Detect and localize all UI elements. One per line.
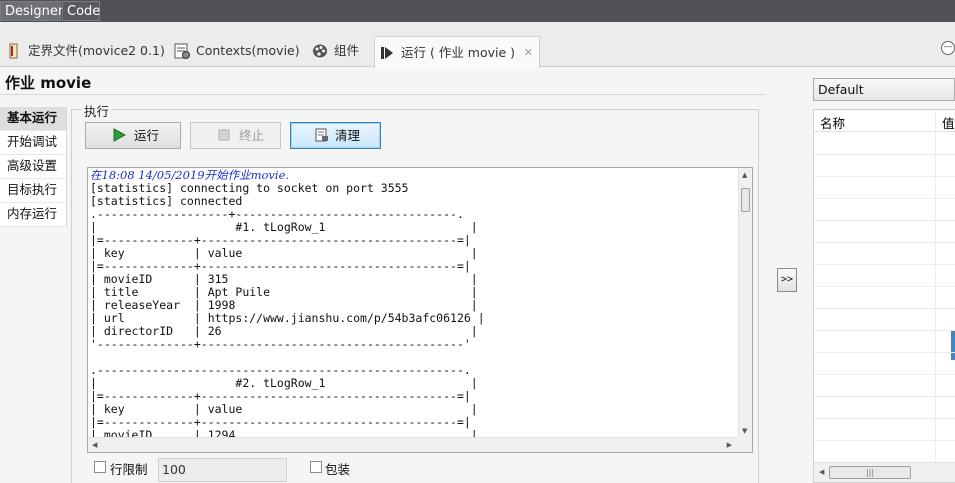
console-line: [statistics] connecting to socket on por… <box>90 181 409 195</box>
table-row-divider <box>814 374 955 375</box>
vertical-scrollbar[interactable]: ▲ ▼ <box>738 168 752 438</box>
table-row-divider <box>814 242 955 243</box>
run-sidebar: 基本运行 开始调试 高级设置 目标执行 内存运行 <box>0 107 67 227</box>
mode-tab-designer[interactable]: Designer <box>0 1 63 21</box>
console-line: |=-------------+------------------------… <box>90 415 471 429</box>
horizontal-scrollbar[interactable]: ◀ ▶ <box>88 437 738 452</box>
context-table-header: 名称 值 <box>814 110 955 132</box>
context-select[interactable]: Default <box>813 78 955 101</box>
console-line: |=-------------+------------------------… <box>90 259 471 273</box>
run-button[interactable]: 运行 <box>85 122 181 149</box>
console-line: |=-------------+------------------------… <box>90 389 471 403</box>
button-label: 终止 <box>239 128 265 143</box>
table-row-divider <box>814 308 955 309</box>
console-line: | directorID | 26 | <box>90 324 478 338</box>
console-line: | #1. tLogRow_1 | <box>90 220 478 234</box>
scroll-left-icon[interactable]: ◀ <box>92 441 97 449</box>
contexts-icon <box>174 43 190 59</box>
console-line: '--------------+------------------------… <box>90 337 471 351</box>
table-row-divider <box>814 220 955 221</box>
context-horizontal-scrollbar[interactable]: ◀ ||| <box>814 462 955 482</box>
tab-palette[interactable]: 组件 <box>308 35 359 67</box>
column-header-name[interactable]: 名称 <box>820 113 845 132</box>
scroll-up-icon[interactable]: ▲ <box>742 171 747 179</box>
console-output[interactable]: 在18:08 14/05/2019开始作业movie. [statistics]… <box>87 167 753 453</box>
console-line: .---------------------------------------… <box>90 363 471 377</box>
mode-tab-code[interactable]: Code <box>62 1 100 21</box>
palette-icon <box>313 44 327 58</box>
table-row-divider <box>814 352 955 353</box>
page-title: 作业 movie <box>5 74 92 92</box>
line-limit-checkbox[interactable] <box>94 461 106 473</box>
scroll-left-icon[interactable]: ◀ <box>819 468 824 476</box>
tab-label: Contexts(movie) <box>196 43 300 58</box>
sidebar-item-memory-run[interactable]: 内存运行 <box>0 203 67 227</box>
group-label: 执行 <box>82 101 112 120</box>
console-text: 在18:08 14/05/2019开始作业movie. [statistics]… <box>90 169 738 438</box>
console-line: [statistics] connected <box>90 194 243 208</box>
tab-label: 定界文件(movice2 0.1) <box>28 43 165 58</box>
play-icon <box>113 128 126 142</box>
run-view-icon <box>381 47 393 59</box>
console-line: |=-------------+------------------------… <box>90 233 471 247</box>
scroll-thumb[interactable]: ||| <box>829 466 911 479</box>
job-design-icon <box>9 43 18 59</box>
console-line: | key | value | <box>90 246 478 260</box>
tab-job-design[interactable]: 定界文件(movice2 0.1) <box>2 35 165 67</box>
sidebar-item-basic-run[interactable]: 基本运行 <box>0 107 67 131</box>
scroll-down-icon[interactable]: ▼ <box>742 427 747 435</box>
button-label: 运行 <box>134 128 160 143</box>
line-limit-input[interactable]: 100 <box>158 458 287 482</box>
table-row-divider <box>814 440 955 441</box>
sidebar-item-advanced[interactable]: 高级设置 <box>0 155 67 179</box>
clear-icon <box>315 128 328 142</box>
context-table: 名称 值 ◀ ||| <box>813 109 955 483</box>
console-line: .-------------------+-------------------… <box>90 207 464 221</box>
mode-bar: Designer Code <box>0 0 955 22</box>
console-line: | url | https://www.jianshu.com/p/54b3af… <box>90 311 485 325</box>
column-header-value[interactable]: 值 <box>942 113 955 132</box>
expand-context-button[interactable]: >> <box>777 268 797 292</box>
close-icon[interactable]: ✕ <box>524 37 533 69</box>
editor-tab-bar: 定界文件(movice2 0.1) Contexts(movie) 组件 运行 … <box>0 22 955 68</box>
console-line: | key | value | <box>90 402 478 416</box>
table-row-divider <box>814 176 955 177</box>
button-label: 清理 <box>335 128 361 143</box>
minimize-icon[interactable]: — <box>941 41 955 55</box>
tab-run[interactable]: 运行 ( 作业 movie ) ✕ <box>374 36 540 68</box>
scroll-right-icon[interactable]: ▶ <box>727 441 732 449</box>
console-line: | #2. tLogRow_1 | <box>90 376 478 390</box>
divider <box>0 94 766 95</box>
table-row-divider <box>814 396 955 397</box>
sidebar-item-debug[interactable]: 开始调试 <box>0 131 67 155</box>
table-row-divider <box>814 418 955 419</box>
console-line: | movieID | 315 | <box>90 272 478 286</box>
tab-contexts[interactable]: Contexts(movie) <box>170 35 300 67</box>
line-limit-label: 行限制 <box>110 462 148 477</box>
table-row-divider <box>814 198 955 199</box>
console-line: | releaseYear | 1998 | <box>90 298 478 312</box>
clear-button[interactable]: 清理 <box>290 122 381 149</box>
wrap-checkbox[interactable] <box>310 461 322 473</box>
sidebar-item-target-exec[interactable]: 目标执行 <box>0 179 67 203</box>
tab-label: 组件 <box>334 43 360 58</box>
table-row-divider <box>814 330 955 331</box>
stop-icon <box>218 129 230 141</box>
stop-button[interactable]: 终止 <box>190 122 281 149</box>
scroll-thumb[interactable] <box>741 188 750 212</box>
tab-label: 运行 ( 作业 movie ) <box>401 45 516 60</box>
wrap-label: 包装 <box>325 462 351 477</box>
table-row-divider <box>814 286 955 287</box>
selection-marker <box>951 330 955 360</box>
table-row-divider <box>814 154 955 155</box>
table-row-divider <box>814 264 955 265</box>
console-line: | title | Apt Puile | <box>90 285 478 299</box>
scroll-corner <box>738 437 752 452</box>
